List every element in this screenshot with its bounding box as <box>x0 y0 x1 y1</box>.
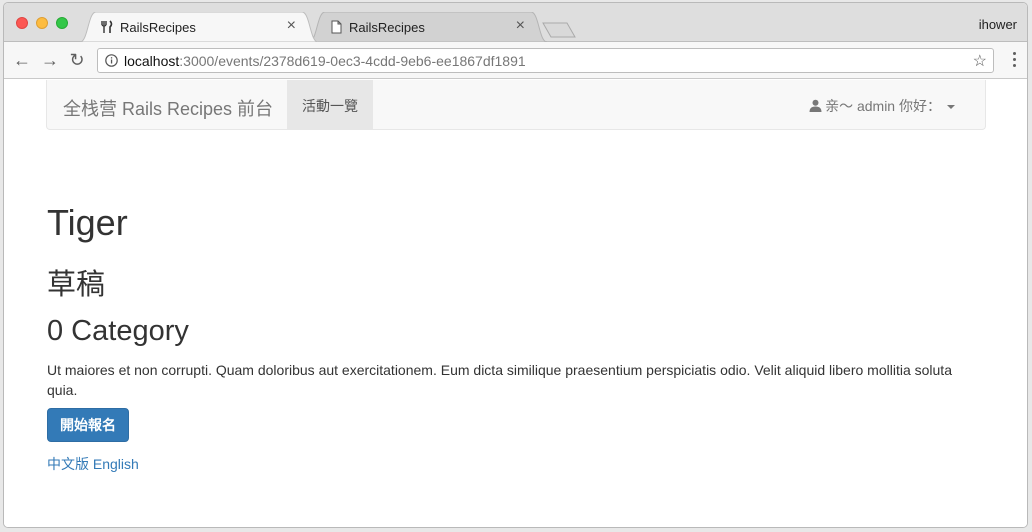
url-path: :3000/events/2378d619-0ec3-4cdd-9eb6-ee1… <box>179 53 526 69</box>
tab-title: RailsRecipes <box>349 20 425 35</box>
event-category: 0 Category <box>47 315 189 347</box>
event-description: Ut maiores et non corrupti. Quam dolorib… <box>47 362 952 398</box>
user-icon <box>809 99 822 112</box>
tab-strip: RailsRecipes × RailsRecipes × ihower <box>4 3 1027 42</box>
start-registration-button[interactable]: 開始報名 <box>47 408 129 442</box>
event-status: 草稿 <box>47 269 106 301</box>
tab-title: RailsRecipes <box>120 20 196 35</box>
minimize-window-button[interactable] <box>36 17 48 29</box>
event-title: Tiger <box>47 202 128 243</box>
user-greeting: 亲～ admin 你好： <box>825 98 941 114</box>
site-navbar: 全栈营 Rails Recipes 前台 活動一覽 亲～ admin 你好： <box>46 80 986 130</box>
bookmark-star-icon[interactable]: ☆ <box>973 51 987 71</box>
back-arrow-icon[interactable]: ← <box>12 50 32 70</box>
more-menu-icon[interactable] <box>1013 52 1017 70</box>
close-tab-icon[interactable]: × <box>516 17 525 35</box>
close-window-button[interactable] <box>16 17 28 29</box>
profile-name[interactable]: ihower <box>979 17 1017 32</box>
maximize-window-button[interactable] <box>56 17 68 29</box>
info-icon[interactable] <box>105 54 118 67</box>
forward-arrow-icon[interactable]: → <box>40 50 60 70</box>
tab-shape <box>80 12 318 42</box>
page-icon <box>331 20 342 34</box>
url-host: localhost <box>124 53 180 69</box>
lang-en-link[interactable]: English <box>93 456 139 472</box>
caret-down-icon <box>947 105 955 110</box>
close-tab-icon[interactable]: × <box>287 17 296 35</box>
nav-item-label: 活動一覽 <box>302 98 358 114</box>
tab-railsrecipes-inactive[interactable]: RailsRecipes × <box>309 12 547 42</box>
new-tab-button[interactable] <box>542 22 576 38</box>
tab-shape <box>309 12 547 42</box>
reload-icon[interactable]: ↻ <box>67 50 87 70</box>
tab-railsrecipes-active[interactable]: RailsRecipes × <box>80 12 318 42</box>
lang-zh-link[interactable]: 中文版 <box>47 456 89 472</box>
utensils-icon <box>101 20 113 33</box>
browser-toolbar: ← → ↻ localhost:3000/events/2378d619-0ec… <box>4 42 1027 79</box>
browser-window: RailsRecipes × RailsRecipes × ihower ← →… <box>3 2 1028 528</box>
nav-item-events[interactable]: 活動一覽 <box>287 80 373 129</box>
web-page: 全栈营 Rails Recipes 前台 活動一覽 亲～ admin 你好： T… <box>4 79 1027 527</box>
url-text: localhost:3000/events/2378d619-0ec3-4cdd… <box>124 53 526 69</box>
language-switcher: 中文版 English <box>47 454 139 474</box>
address-bar[interactable]: localhost:3000/events/2378d619-0ec3-4cdd… <box>97 48 994 73</box>
user-dropdown[interactable]: 亲～ admin 你好： <box>809 96 955 116</box>
site-brand[interactable]: 全栈营 Rails Recipes 前台 <box>63 95 273 121</box>
